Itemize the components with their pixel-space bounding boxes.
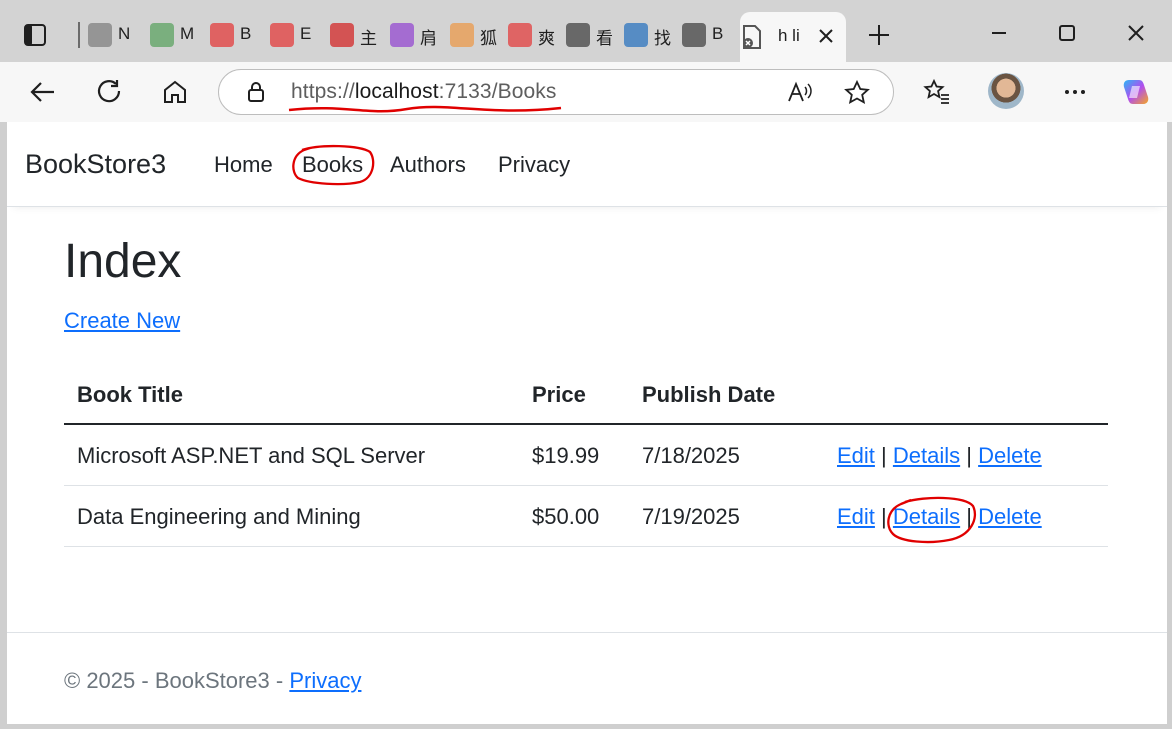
read-aloud-icon[interactable] (785, 79, 813, 107)
browser-tab[interactable]: N (82, 20, 140, 52)
nav-home[interactable]: Home (214, 152, 273, 178)
tab-label: E (300, 24, 312, 43)
new-tab-icon[interactable] (866, 22, 892, 48)
col-header-title: Book Title (77, 382, 183, 407)
header-divider (64, 423, 1108, 425)
favorite-star-icon[interactable] (843, 79, 871, 107)
vertical-tabs-icon[interactable] (22, 22, 48, 48)
browser-tab[interactable]: B (204, 20, 262, 52)
publish-date-cell: 7/18/2025 (642, 443, 740, 468)
nav-privacy[interactable]: Privacy (498, 152, 570, 178)
url-annotation-underline (288, 105, 562, 113)
lock-icon[interactable] (245, 81, 267, 103)
action-separator: | (881, 443, 887, 468)
book-title-cell: Data Engineering and Mining (77, 504, 361, 529)
books-annotation-circle (292, 144, 375, 186)
delete-link[interactable]: Delete (978, 443, 1042, 468)
site-navbar: BookStore3 Home Books Authors Privacy (7, 122, 1167, 207)
zhong-icon (508, 23, 532, 47)
copilot-icon[interactable] (1120, 76, 1152, 108)
browser-tab[interactable]: 找 (618, 20, 676, 52)
close-tab-icon[interactable] (814, 24, 838, 48)
opera-icon (270, 23, 294, 47)
address-bar[interactable]: https://localhost:7133/Books (218, 69, 894, 115)
address-toolbar: https://localhost:7133/Books (0, 62, 1172, 122)
back-icon[interactable] (28, 77, 58, 107)
footer-divider (7, 632, 1167, 633)
row-actions: Edit | Details | Delete (837, 443, 1042, 469)
site-brand[interactable]: BookStore3 (25, 149, 166, 180)
browser-tab[interactable]: M (144, 20, 202, 52)
maximize-icon[interactable] (1052, 18, 1082, 48)
details-annotation-circle (887, 496, 977, 544)
tab-label: N (118, 24, 131, 43)
profile-avatar[interactable] (988, 73, 1024, 109)
und-icon (150, 23, 174, 47)
action-separator: | (966, 443, 972, 468)
globe-icon (566, 23, 590, 47)
more-menu-icon[interactable] (1060, 77, 1090, 107)
tab-label: 狐 (480, 29, 497, 48)
col-header-date: Publish Date (642, 382, 776, 407)
edit-link[interactable]: Edit (837, 443, 875, 468)
tab-strip: N M B E 主 肩 狐 爽 看 找 B h li (0, 0, 1172, 62)
edit-icon (624, 23, 648, 47)
tab-active[interactable]: h li (740, 12, 846, 62)
w-logo-icon (330, 23, 354, 47)
site-footer: © 2025 - BookStore3 - Privacy (64, 668, 361, 694)
col-header-price: Price (532, 382, 586, 407)
calendar-icon (88, 23, 112, 47)
browser-tab[interactable]: E (264, 20, 322, 52)
browser-tab[interactable]: 狐 (444, 20, 502, 52)
tab-label: 找 (654, 29, 671, 48)
edit-link[interactable]: Edit (837, 504, 875, 529)
minimize-icon[interactable] (984, 18, 1014, 48)
opera-icon (210, 23, 234, 47)
create-new-link[interactable]: Create New (64, 308, 180, 334)
price-cell: $50.00 (532, 504, 600, 529)
tab-label: 看 (596, 29, 613, 48)
footer-text: © 2025 - BookStore3 - (64, 668, 290, 693)
book-title-cell: Microsoft ASP.NET and SQL Server (77, 443, 426, 468)
tab-label: B (712, 24, 724, 43)
tab-label: 主 (360, 29, 377, 48)
tab-divider (78, 22, 80, 48)
face-icon (450, 23, 474, 47)
footer-privacy-link[interactable]: Privacy (289, 668, 361, 693)
row-divider (64, 546, 1108, 547)
favorites-icon[interactable] (922, 77, 952, 107)
publish-date-cell: 7/19/2025 (642, 504, 740, 529)
home-icon[interactable] (160, 77, 190, 107)
nav-authors[interactable]: Authors (390, 152, 466, 178)
tab-label: 肩 (420, 29, 437, 48)
globe-icon (682, 23, 706, 47)
price-cell: $19.99 (532, 443, 600, 468)
browser-tab[interactable]: 主 (324, 20, 382, 52)
web-page: BookStore3 Home Books Authors Privacy In… (7, 122, 1167, 724)
page-title: Index (64, 235, 182, 288)
tab-label: M (180, 24, 195, 43)
browser-tab[interactable]: 爽 (502, 20, 560, 52)
row-divider (64, 485, 1108, 486)
details-link[interactable]: Details (893, 443, 960, 468)
browser-tab[interactable]: 肩 (384, 20, 442, 52)
delete-link[interactable]: Delete (978, 504, 1042, 529)
browser-tab[interactable]: B (676, 20, 734, 52)
refresh-icon[interactable] (95, 77, 125, 107)
page-error-icon (740, 24, 764, 50)
active-tab-label: h li (778, 26, 800, 45)
browser-tab[interactable]: 看 (560, 20, 618, 52)
slash-icon (390, 23, 414, 47)
tab-label: B (240, 24, 252, 43)
tab-label: 爽 (538, 29, 555, 48)
close-window-icon[interactable] (1121, 18, 1151, 48)
